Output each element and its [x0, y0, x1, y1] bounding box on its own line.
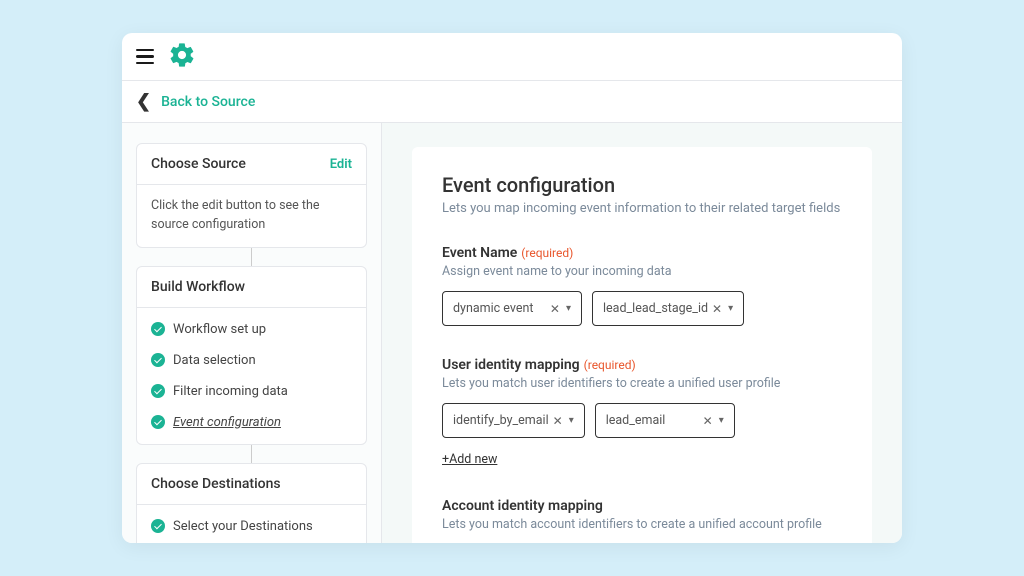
chevron-left-icon[interactable]: ❮: [136, 91, 151, 112]
workflow-step-active[interactable]: Event configuration: [137, 407, 366, 438]
main-content: Event configuration Lets you map incomin…: [382, 123, 902, 543]
workflow-step[interactable]: Data selection: [137, 345, 366, 376]
chevron-down-icon[interactable]: ▾: [569, 415, 574, 426]
choose-destinations-card: Choose Destinations Select your Destinat…: [136, 463, 367, 544]
card-header: Choose Source Edit: [137, 144, 366, 185]
page-title: Event configuration: [442, 173, 842, 197]
check-icon: [151, 415, 165, 429]
card-title: Choose Source: [151, 156, 246, 172]
section-heading: Event Name (required): [442, 242, 842, 261]
select-value: identify_by_email: [453, 413, 549, 428]
required-badge: (required): [521, 246, 573, 260]
check-icon: [151, 384, 165, 398]
chevron-down-icon[interactable]: ▾: [728, 303, 733, 314]
card-title: Build Workflow: [151, 279, 245, 295]
workflow-step-label: Event configuration: [173, 415, 281, 430]
identity-field-select[interactable]: lead_email ✕ ▾: [595, 403, 735, 438]
section-heading: User identity mapping (required): [442, 354, 842, 373]
user-identity-section: User identity mapping (required) Lets yo…: [442, 354, 842, 467]
section-label: Event Name: [442, 245, 517, 261]
identity-type-select[interactable]: identify_by_email ✕ ▾: [442, 403, 585, 438]
edit-source-button[interactable]: Edit: [330, 157, 352, 172]
chevron-down-icon[interactable]: ▾: [566, 303, 571, 314]
card-header: Build Workflow: [137, 267, 366, 308]
workflow-step-list: Workflow set up Data selection Filter in…: [137, 308, 366, 444]
app-window: ❮ Back to Source Choose Source Edit Clic…: [122, 33, 902, 543]
sidebar: Choose Source Edit Click the edit button…: [122, 123, 382, 543]
section-label: User identity mapping: [442, 357, 580, 373]
build-workflow-card: Build Workflow Workflow set up Data sele…: [136, 266, 367, 445]
select-value: dynamic event: [453, 301, 533, 316]
clear-icon[interactable]: ✕: [712, 302, 722, 316]
chevron-down-icon[interactable]: ▾: [719, 415, 724, 426]
workflow-step[interactable]: Workflow set up: [137, 314, 366, 345]
connector-line: [251, 445, 252, 463]
check-icon: [151, 353, 165, 367]
select-value: lead_email: [606, 413, 666, 428]
topbar: [122, 33, 902, 81]
hamburger-menu-icon[interactable]: [136, 49, 154, 65]
check-icon: [151, 519, 165, 533]
section-description: Lets you match account identifiers to cr…: [442, 517, 842, 532]
connector-line: [251, 248, 252, 266]
add-new-mapping-button[interactable]: +Add new: [442, 452, 842, 467]
event-name-select[interactable]: dynamic event ✕ ▾: [442, 291, 582, 326]
destination-step-label: Select your Destinations: [173, 519, 313, 534]
card-header: Choose Destinations: [137, 464, 366, 505]
clear-icon[interactable]: ✕: [703, 414, 713, 428]
card-title: Choose Destinations: [151, 476, 281, 492]
event-field-select[interactable]: lead_lead_stage_id ✕ ▾: [592, 291, 744, 326]
workflow-step[interactable]: Filter incoming data: [137, 376, 366, 407]
page-subtitle: Lets you map incoming event information …: [442, 201, 842, 216]
section-description: Assign event name to your incoming data: [442, 264, 842, 279]
select-row: identify_by_email ✕ ▾ lead_email ✕ ▾: [442, 403, 842, 438]
body: Choose Source Edit Click the edit button…: [122, 123, 902, 543]
choose-source-card: Choose Source Edit Click the edit button…: [136, 143, 367, 248]
card-description: Click the edit button to see the source …: [137, 185, 366, 247]
section-description: Lets you match user identifiers to creat…: [442, 376, 842, 391]
event-name-section: Event Name (required) Assign event name …: [442, 242, 842, 326]
clear-icon[interactable]: ✕: [550, 302, 560, 316]
workflow-step-label: Workflow set up: [173, 322, 266, 337]
select-value: lead_lead_stage_id: [603, 301, 708, 316]
subheader: ❮ Back to Source: [122, 81, 902, 123]
section-label: Account identity mapping: [442, 498, 603, 514]
workflow-step-label: Data selection: [173, 353, 256, 368]
check-icon: [151, 322, 165, 336]
config-panel: Event configuration Lets you map incomin…: [412, 147, 872, 543]
account-identity-section: Account identity mapping Lets you match …: [442, 495, 842, 532]
gear-logo-icon[interactable]: [168, 41, 196, 73]
destination-step-list: Select your Destinations: [137, 505, 366, 544]
destination-step[interactable]: Select your Destinations: [137, 511, 366, 542]
back-to-source-link[interactable]: Back to Source: [161, 94, 255, 110]
select-row: dynamic event ✕ ▾ lead_lead_stage_id ✕ ▾: [442, 291, 842, 326]
section-heading: Account identity mapping: [442, 495, 842, 514]
required-badge: (required): [584, 358, 636, 372]
clear-icon[interactable]: ✕: [553, 414, 563, 428]
workflow-step-label: Filter incoming data: [173, 384, 288, 399]
